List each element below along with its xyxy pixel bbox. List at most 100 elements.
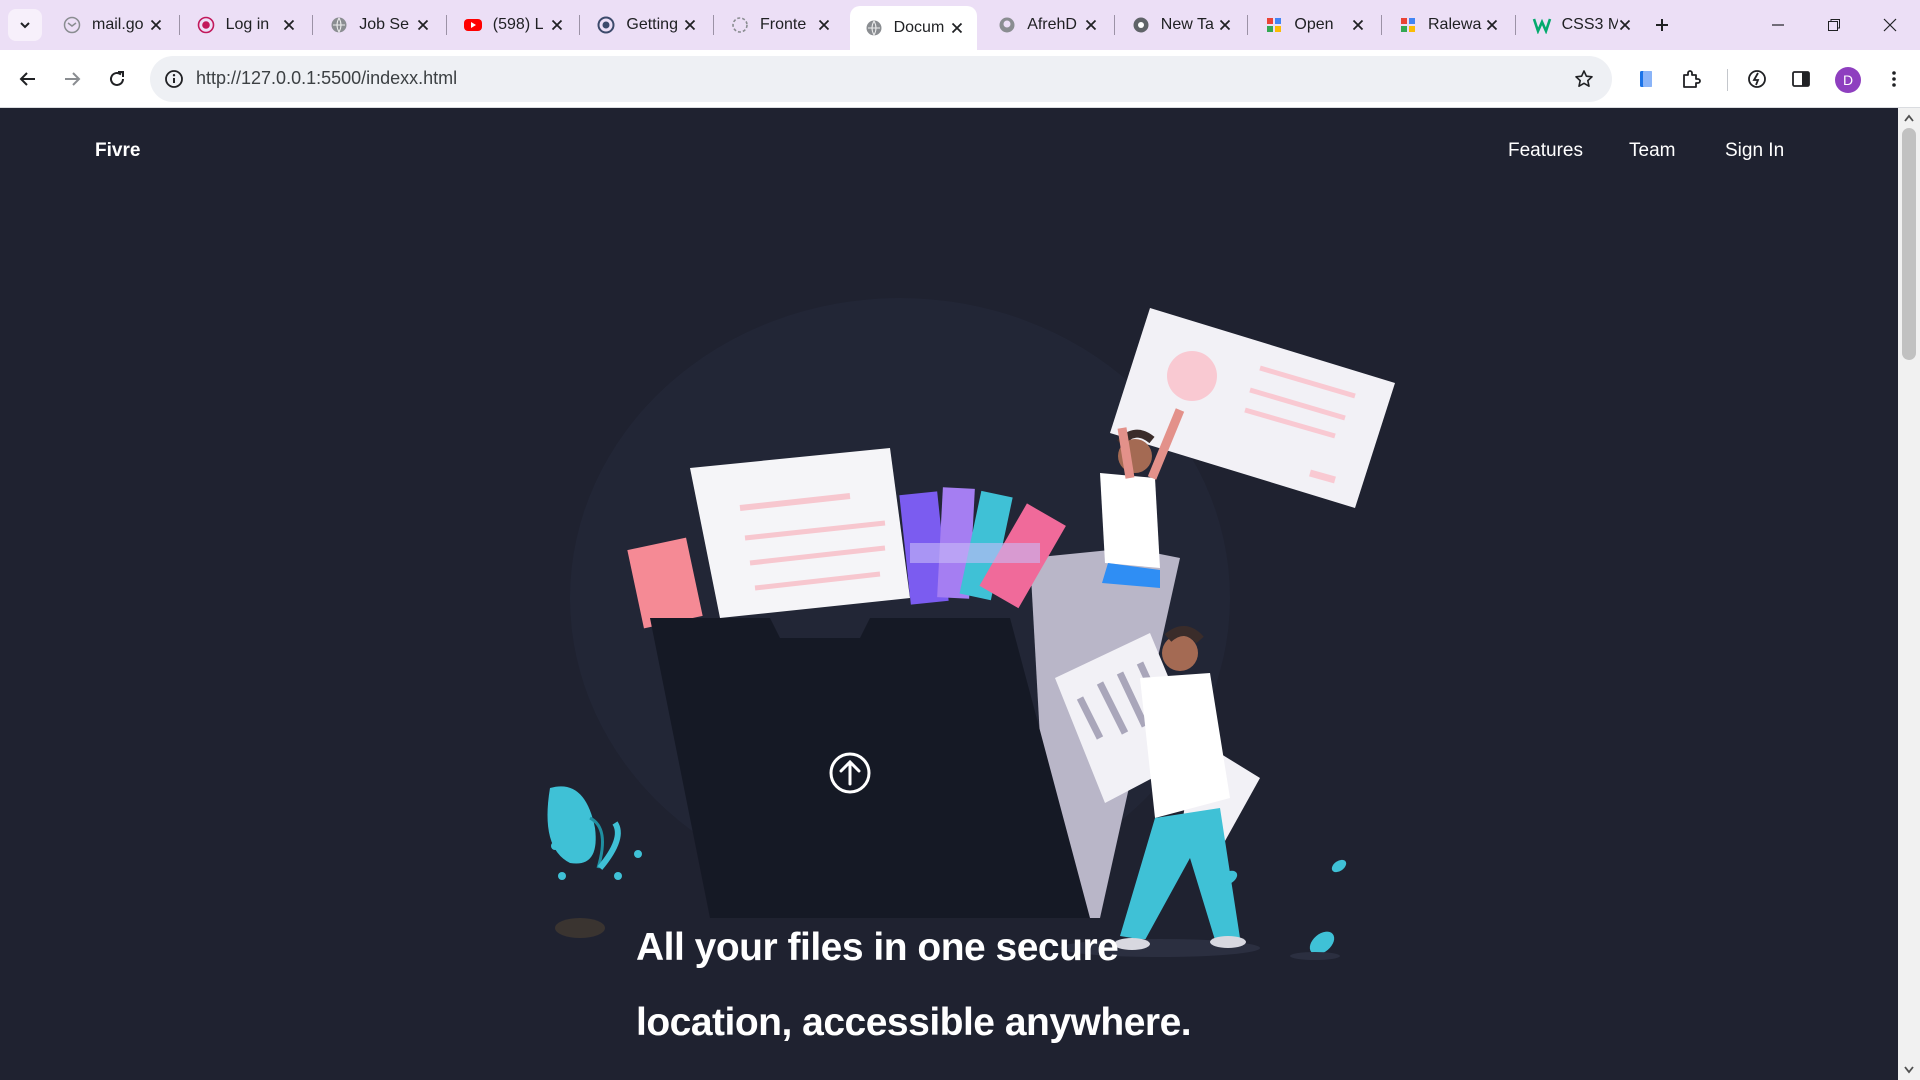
tab-close-icon[interactable] xyxy=(549,17,565,33)
tab-title: Getting xyxy=(626,16,678,33)
restore-icon xyxy=(1828,19,1840,31)
side-panel-icon[interactable] xyxy=(1787,65,1815,93)
site-navbar: Fivre Features Team Sign In xyxy=(0,108,1898,188)
tab-search-button[interactable] xyxy=(8,9,42,41)
github-icon xyxy=(997,15,1017,35)
browser-tab[interactable]: CSS3 M xyxy=(1518,8,1646,42)
tab-close-icon[interactable] xyxy=(1350,17,1366,33)
plus-icon xyxy=(1656,19,1668,31)
browser-tab[interactable]: Docum xyxy=(849,6,978,50)
puzzle-colors-icon xyxy=(1398,15,1418,35)
browser-tab[interactable]: Fronte xyxy=(716,8,844,42)
bookmark-star-icon[interactable] xyxy=(1572,67,1596,91)
tab-close-icon[interactable] xyxy=(682,17,698,33)
scroll-down-arrow-icon[interactable] xyxy=(1903,1064,1915,1076)
tab-title: Fronte xyxy=(760,16,807,33)
tab-separator xyxy=(178,15,180,35)
tab-separator xyxy=(312,15,314,35)
youtube-icon xyxy=(463,15,483,35)
tab-separator xyxy=(579,15,581,35)
browser-tab[interactable]: Getting xyxy=(582,8,710,42)
browser-toolbar: http://127.0.0.1:5500/indexx.html D xyxy=(0,50,1920,108)
nav-team-link[interactable]: Team xyxy=(1629,140,1675,162)
arrow-left-icon xyxy=(19,72,35,86)
globe-icon xyxy=(329,15,349,35)
browser-tab[interactable]: AfrehD xyxy=(983,8,1111,42)
plant-graphic xyxy=(547,786,642,938)
reading-list-icon[interactable] xyxy=(1632,65,1660,93)
hero-illustration xyxy=(547,298,1395,960)
tab-title: AfrehD xyxy=(1027,16,1077,33)
hero-headline: All your files in one secure location, a… xyxy=(636,910,1396,1060)
restore-button[interactable] xyxy=(1806,0,1862,50)
profile-avatar[interactable]: D xyxy=(1835,67,1861,93)
browser-tab[interactable]: Ralewa xyxy=(1384,8,1512,42)
tab-title: (598) L xyxy=(492,16,544,33)
w-icon xyxy=(1532,15,1552,35)
page-scrollbar[interactable] xyxy=(1898,108,1920,1080)
chevron-down-icon xyxy=(20,22,30,29)
reload-button[interactable] xyxy=(101,63,133,95)
tab-close-icon[interactable] xyxy=(1217,17,1233,33)
close-icon xyxy=(1883,18,1897,32)
new-tab-button[interactable] xyxy=(1648,11,1676,39)
tab-separator xyxy=(1247,15,1249,35)
tab-close-icon[interactable] xyxy=(415,17,431,33)
tab-close-icon[interactable] xyxy=(148,17,164,33)
tab-close-icon[interactable] xyxy=(950,20,966,36)
tab-close-icon[interactable] xyxy=(282,17,298,33)
tab-separator xyxy=(1381,15,1382,35)
tab-title: CSS3 M xyxy=(1561,16,1618,33)
tab-close-icon[interactable] xyxy=(1083,17,1099,33)
browser-tab[interactable]: (598) L xyxy=(449,8,577,42)
tab-title: Ralewa xyxy=(1428,16,1482,33)
browser-tab[interactable]: Job Se xyxy=(315,8,443,42)
loading-icon xyxy=(730,15,750,35)
scroll-up-arrow-icon[interactable] xyxy=(1903,112,1915,124)
back-button[interactable] xyxy=(12,63,44,95)
tab-separator xyxy=(1514,15,1516,35)
minimize-button[interactable] xyxy=(1750,0,1806,50)
tab-title: Open xyxy=(1294,16,1334,33)
gmail-icon xyxy=(62,15,82,35)
tab-separator xyxy=(445,15,447,35)
tab-close-icon[interactable] xyxy=(1618,17,1634,33)
toolbar-divider xyxy=(1727,69,1728,91)
minimize-icon xyxy=(1772,24,1784,26)
site-info-icon[interactable] xyxy=(162,67,186,91)
address-bar[interactable]: http://127.0.0.1:5500/indexx.html xyxy=(150,56,1612,102)
puzzle-colors-icon xyxy=(1264,15,1284,35)
page-viewport: Fivre Features Team Sign In All your fil… xyxy=(0,108,1898,1080)
menu-kebab-icon[interactable] xyxy=(1880,65,1908,93)
browser-tab[interactable]: Log in xyxy=(182,8,310,42)
tab-close-icon[interactable] xyxy=(1484,17,1500,33)
url-text[interactable]: http://127.0.0.1:5500/indexx.html xyxy=(196,68,457,89)
scrollbar-thumb[interactable] xyxy=(1902,128,1916,360)
tab-title: Job Se xyxy=(359,16,409,33)
arrow-right-icon xyxy=(65,72,81,86)
nav-signin-link[interactable]: Sign In xyxy=(1725,140,1784,162)
close-window-button[interactable] xyxy=(1862,0,1918,50)
chrome-icon xyxy=(1131,15,1151,35)
tab-title: Docum xyxy=(893,19,945,36)
performance-icon[interactable] xyxy=(1743,65,1771,93)
browser-tab[interactable]: New Ta xyxy=(1117,8,1245,42)
tab-separator xyxy=(1113,15,1115,35)
reload-icon xyxy=(110,71,124,86)
forward-button[interactable] xyxy=(56,63,88,95)
extensions-icon[interactable] xyxy=(1677,65,1705,93)
record-icon xyxy=(196,15,216,35)
circle-icon xyxy=(596,15,616,35)
tab-separator xyxy=(713,15,714,35)
tab-title: Log in xyxy=(225,16,270,33)
nav-features-link[interactable]: Features xyxy=(1508,140,1583,162)
globe-icon xyxy=(864,18,884,38)
browser-tab[interactable]: Open xyxy=(1250,8,1378,42)
tab-title: mail.go xyxy=(92,16,144,33)
headline-line-1: All your files in one secure xyxy=(636,926,1119,969)
browser-tab[interactable]: mail.go xyxy=(48,8,176,42)
tab-strip: mail.go Log in Job Se (598) L Getting Fronte D… xyxy=(0,0,1920,50)
site-logo[interactable]: Fivre xyxy=(95,140,140,162)
tab-title: New Ta xyxy=(1160,16,1214,33)
tab-close-icon[interactable] xyxy=(816,17,832,33)
